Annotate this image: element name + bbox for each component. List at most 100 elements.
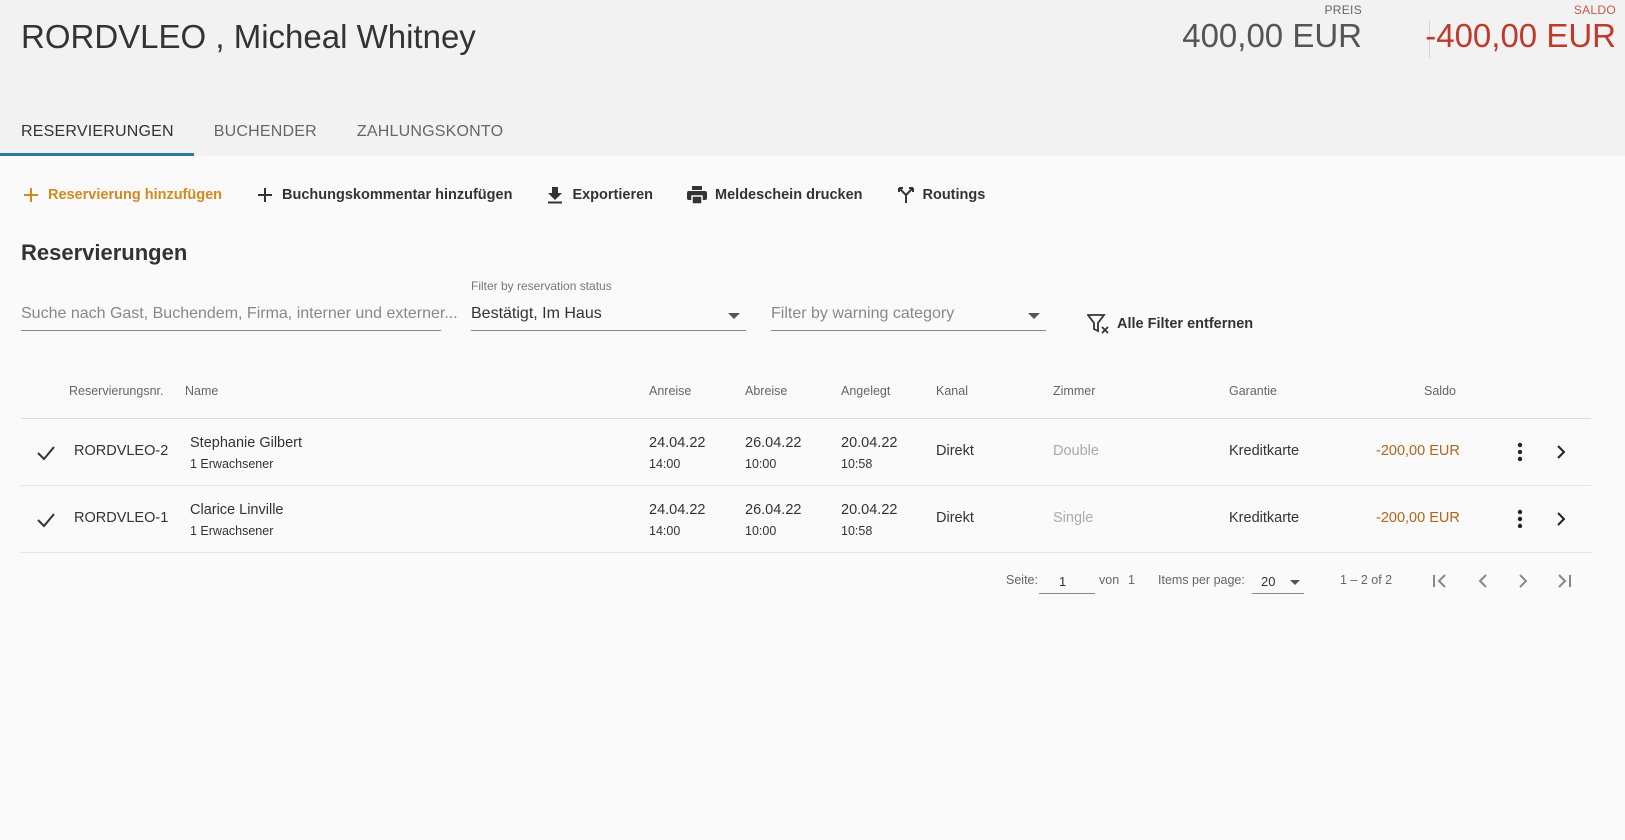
price-value: 400,00 EUR <box>1182 17 1362 54</box>
room: Single <box>1053 510 1094 526</box>
col-arrival[interactable]: Anreise <box>649 384 691 398</box>
header-area: RORDVLEO , Micheal Whitney PREIS 400,00 … <box>0 0 1625 156</box>
col-channel[interactable]: Kanal <box>936 384 968 398</box>
action-toolbar: Reservierung hinzufügen Buchungskommenta… <box>22 186 1019 204</box>
saldo-label: SALDO <box>1573 3 1616 17</box>
add-reservation-label: Reservierung hinzufügen <box>48 187 223 203</box>
departure: 26.04.22 10:00 <box>745 502 801 538</box>
arrival-date: 24.04.22 <box>649 502 706 518</box>
table-header: Reservierungsnr. Name Anreise Abreise An… <box>21 372 1591 419</box>
table-row[interactable]: RORDVLEO-2 Stephanie Gilbert 1 Erwachsen… <box>21 419 1591 486</box>
guarantee: Kreditkarte <box>1229 443 1300 459</box>
export-label: Exportieren <box>572 187 654 203</box>
balance: -200,00 EUR <box>1376 443 1460 459</box>
balance: -200,00 EUR <box>1376 510 1460 526</box>
col-created[interactable]: Angelegt <box>841 384 890 398</box>
search-input[interactable]: Suche nach Gast, Buchendem, Firma, inter… <box>21 301 458 331</box>
arrival: 24.04.22 14:00 <box>649 435 705 471</box>
departure-time: 10:00 <box>745 457 777 471</box>
price-label: PREIS <box>1324 3 1362 17</box>
arrival-time: 14:00 <box>649 524 681 538</box>
created-time: 10:58 <box>841 524 873 538</box>
section-title: Reservierungen <box>21 240 188 265</box>
of-label: von <box>1099 573 1120 587</box>
chevron-right-icon[interactable] <box>1556 512 1566 526</box>
download-icon <box>548 187 563 204</box>
warning-filter-select[interactable]: Filter by warning category <box>771 301 1046 331</box>
warning-filter-placeholder: Filter by warning category <box>771 305 955 322</box>
reservation-no[interactable]: RORDVLEO-2 <box>74 443 168 459</box>
arrival: 24.04.22 14:00 <box>649 502 705 538</box>
reservation-no[interactable]: RORDVLEO-1 <box>74 510 168 526</box>
departure: 26.04.22 10:00 <box>745 435 801 471</box>
col-room[interactable]: Zimmer <box>1053 384 1095 398</box>
status-filter-label: Filter by reservation status <box>471 279 612 293</box>
arrival-date: 24.04.22 <box>649 435 706 451</box>
routing-icon <box>897 187 914 203</box>
guest-name: Stephanie Gilbert 1 Erwachsener <box>190 435 302 471</box>
add-reservation-button[interactable]: Reservierung hinzufügen <box>22 186 222 204</box>
tab-buchender[interactable]: BUCHENDER <box>194 112 337 156</box>
next-page-icon[interactable] <box>1516 573 1530 589</box>
guest-name-text: Clarice Linville <box>190 502 284 518</box>
page-label: Seite: <box>1006 573 1038 587</box>
dropdown-arrow-icon <box>1028 313 1040 319</box>
page-input-value: 1 <box>1059 574 1067 589</box>
channel: Direkt <box>936 443 974 459</box>
tab-reservierungen[interactable]: RESERVIERUNGEN <box>0 112 194 156</box>
status-filter-select[interactable]: Filter by reservation status Bestätigt, … <box>471 279 746 331</box>
departure-date: 26.04.22 <box>745 502 802 518</box>
more-vert-icon[interactable] <box>1517 442 1523 462</box>
col-reservation-no[interactable]: Reservierungsnr. <box>69 384 164 398</box>
paginator: Seite: 1 von 1 Items per page: 20 1 – 2 … <box>0 570 1625 600</box>
dropdown-arrow-icon <box>1290 580 1300 585</box>
col-balance[interactable]: Saldo <box>1424 384 1456 398</box>
range-label: 1 – 2 of 2 <box>1340 573 1393 587</box>
add-comment-label: Buchungskommentar hinzufügen <box>282 187 513 203</box>
status-filter-value: Bestätigt, Im Haus <box>471 305 602 322</box>
col-name[interactable]: Name <box>185 384 218 398</box>
check-icon <box>37 446 55 461</box>
more-vert-icon[interactable] <box>1517 509 1523 529</box>
plus-icon <box>24 188 38 202</box>
routings-button[interactable]: Routings <box>897 186 986 204</box>
departure-time: 10:00 <box>745 524 777 538</box>
routings-label: Routings <box>922 187 986 203</box>
check-icon <box>37 513 55 528</box>
created-date: 20.04.22 <box>841 502 898 518</box>
guest-count: 1 Erwachsener <box>190 457 274 471</box>
print-form-button[interactable]: Meldeschein drucken <box>687 186 863 204</box>
created: 20.04.22 10:58 <box>841 502 897 538</box>
items-per-page-value: 20 <box>1261 574 1276 589</box>
dropdown-arrow-icon <box>728 313 740 319</box>
guest-name-text: Stephanie Gilbert <box>190 435 303 451</box>
guest-name: Clarice Linville 1 Erwachsener <box>190 502 283 538</box>
arrival-time: 14:00 <box>649 457 681 471</box>
departure-date: 26.04.22 <box>745 435 802 451</box>
table-row[interactable]: RORDVLEO-1 Clarice Linville 1 Erwachsene… <box>21 486 1591 553</box>
prev-page-icon[interactable] <box>1476 573 1490 589</box>
export-button[interactable]: Exportieren <box>546 186 653 204</box>
chevron-right-icon[interactable] <box>1556 445 1566 459</box>
add-comment-button[interactable]: Buchungskommentar hinzufügen <box>256 186 512 204</box>
saldo-value: -400,00 EUR <box>1425 17 1616 54</box>
clear-filters-button[interactable]: Alle Filter entfernen <box>1087 313 1253 335</box>
created: 20.04.22 10:58 <box>841 435 897 471</box>
first-page-icon[interactable] <box>1432 573 1450 589</box>
clear-filters-label: Alle Filter entfernen <box>1117 316 1254 332</box>
last-page-icon[interactable] <box>1554 573 1572 589</box>
channel: Direkt <box>936 510 974 526</box>
page-title: RORDVLEO , Micheal Whitney <box>21 18 476 55</box>
room: Double <box>1053 443 1099 459</box>
col-departure[interactable]: Abreise <box>745 384 787 398</box>
col-guarantee[interactable]: Garantie <box>1229 384 1277 398</box>
saldo-summary: SALDO -400,00 EUR <box>1425 0 1616 55</box>
price-summary: PREIS 400,00 EUR <box>1182 0 1362 55</box>
page-input[interactable]: 1 <box>1039 570 1095 594</box>
tab-zahlungskonto[interactable]: ZAHLUNGSKONTO <box>337 112 523 156</box>
guest-count: 1 Erwachsener <box>190 524 274 538</box>
tab-bar: RESERVIERUNGEN BUCHENDER ZAHLUNGSKONTO <box>0 112 523 156</box>
items-per-page-select[interactable]: 20 <box>1252 570 1304 594</box>
search-placeholder: Suche nach Gast, Buchendem, Firma, inter… <box>21 305 458 322</box>
total-pages: 1 <box>1128 573 1135 587</box>
